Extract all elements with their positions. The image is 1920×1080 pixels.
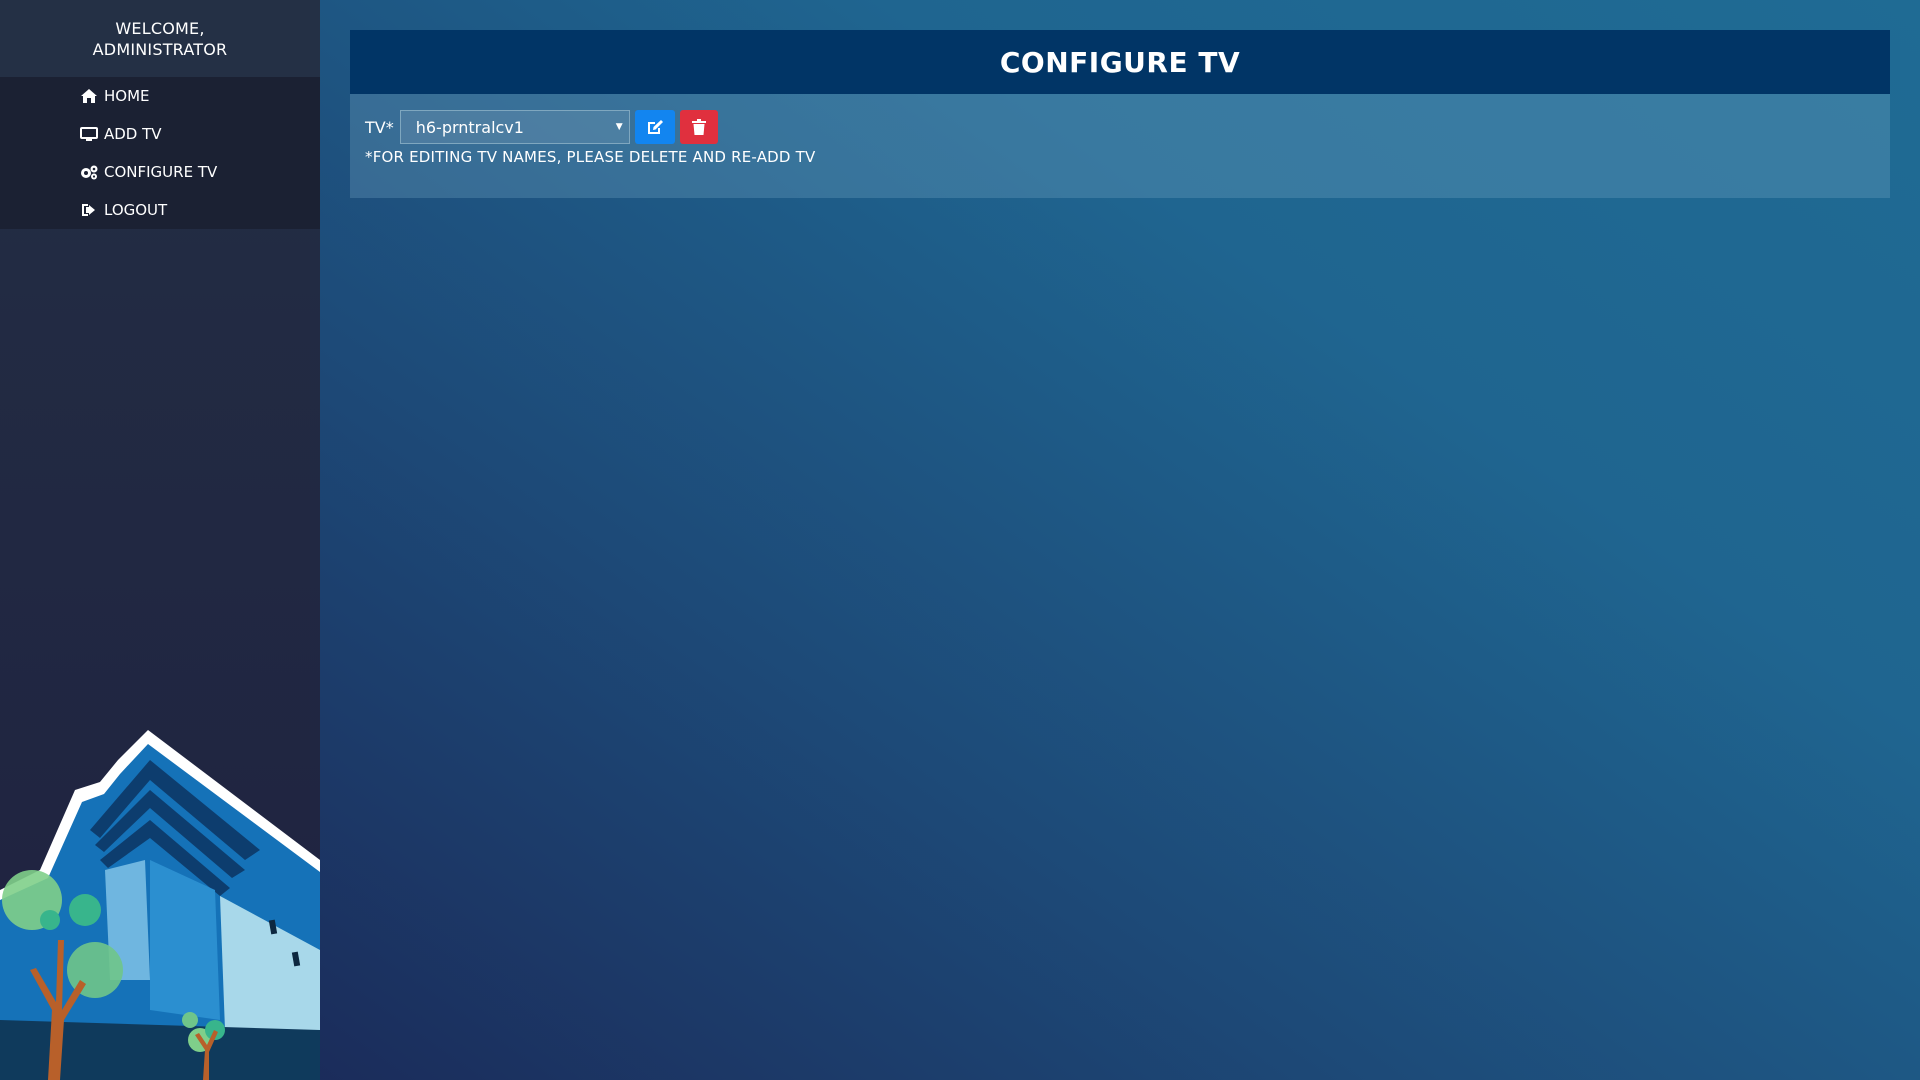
sign-out-icon [80, 202, 98, 218]
home-icon [80, 88, 98, 104]
tv-label: TV* [365, 117, 394, 137]
welcome-banner: WELCOME, ADMINISTRATOR [0, 0, 320, 77]
sidebar-item-logout[interactable]: LOGOUT [0, 191, 320, 229]
welcome-line-1: WELCOME, [115, 18, 205, 38]
gears-icon [80, 164, 98, 180]
panel-header: CONFIGURE TV [350, 30, 1890, 94]
building-illustration [0, 730, 320, 1080]
sidebar-nav: HOME ADD TV CONFIGURE TV LOGOUT [0, 77, 320, 229]
sidebar-item-label: CONFIGURE TV [104, 163, 218, 181]
trash-icon [691, 119, 706, 135]
sidebar-item-configure-tv[interactable]: CONFIGURE TV [0, 153, 320, 191]
sidebar-item-label: LOGOUT [104, 201, 168, 219]
monitor-icon [80, 126, 98, 142]
sidebar-item-label: HOME [104, 87, 150, 105]
sidebar-item-home[interactable]: HOME [0, 77, 320, 115]
panel-body: TV* h6-prntralcv1 ▼ *FOR EDITING TV NAME… [350, 94, 1890, 198]
chevron-down-icon: ▼ [615, 122, 623, 132]
edit-note: *FOR EDITING TV NAMES, PLEASE DELETE AND… [365, 148, 816, 166]
delete-button[interactable] [679, 110, 718, 144]
sidebar-item-add-tv[interactable]: ADD TV [0, 115, 320, 153]
edit-icon [647, 120, 663, 134]
sidebar-item-label: ADD TV [104, 125, 162, 143]
sidebar: WELCOME, ADMINISTRATOR HOME ADD TV CONFI… [0, 0, 320, 1080]
page-title: CONFIGURE TV [999, 45, 1241, 79]
tv-select-value: h6-prntralcv1 [415, 117, 524, 137]
welcome-line-2: ADMINISTRATOR [92, 39, 228, 59]
tv-field-row: TV* h6-prntralcv1 ▼ [365, 110, 718, 144]
edit-button[interactable] [634, 110, 675, 144]
tv-select[interactable]: h6-prntralcv1 ▼ [399, 110, 630, 144]
